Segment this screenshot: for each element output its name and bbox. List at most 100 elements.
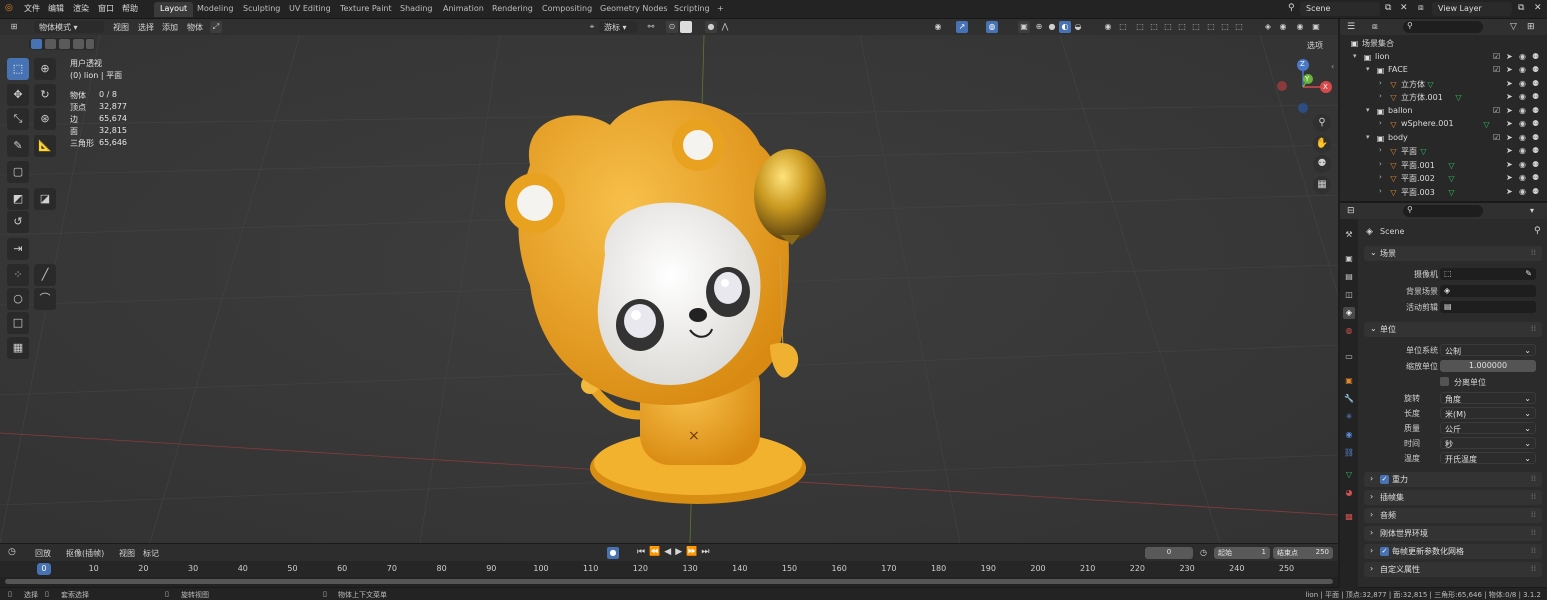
select-subtract-icon[interactable] <box>59 39 70 49</box>
gizmo-icon[interactable]: ↗ <box>956 21 968 33</box>
select-arrow-icon[interactable]: ➤ <box>1506 146 1513 155</box>
menu-playback[interactable]: 回放 <box>35 548 51 559</box>
outliner-search-input[interactable]: ⚲ <box>1403 21 1483 33</box>
collapse-triangle-icon[interactable]: › <box>1379 187 1382 195</box>
eye-icon[interactable]: ◉ <box>1519 160 1526 169</box>
move-tool[interactable]: ✥ <box>7 84 29 106</box>
drag-handle-icon[interactable]: ⁞⁞ <box>1531 324 1536 333</box>
curve-tool[interactable]: ⌒ <box>34 288 56 310</box>
rigid-body-world-panel-header[interactable]: › 刚体世界环境 ⁞⁞ <box>1364 526 1542 541</box>
rotation-dropdown[interactable]: 角度 ⌄ <box>1440 392 1536 404</box>
expand-triangle-icon[interactable]: ▾ <box>1366 133 1370 141</box>
transform-tool[interactable]: ⊛ <box>34 108 56 130</box>
select-arrow-icon[interactable]: ➤ <box>1506 65 1513 74</box>
tab-texture-paint[interactable]: Texture Paint <box>334 2 398 17</box>
timeline-ruler[interactable]: 0 10 20 30 40 50 60 70 80 90 100 110 120 130 140 150 160… <box>0 561 1338 577</box>
filter-icon-3[interactable]: ⬚ <box>1162 21 1174 33</box>
drag-handle-icon[interactable]: ⁞⁞ <box>1531 248 1536 257</box>
copy-scene-icon[interactable]: ⧉ <box>1385 3 1391 13</box>
tab-geometry-nodes[interactable]: Geometry Nodes <box>594 2 673 17</box>
exclude-checkbox-icon[interactable]: ☑ <box>1493 106 1500 115</box>
filter-icon-11[interactable]: ◉ <box>1294 21 1306 33</box>
temperature-dropdown[interactable]: 开氏温度 ⌄ <box>1440 452 1536 464</box>
eye-icon[interactable]: ◉ <box>1519 106 1526 115</box>
inset-tool[interactable]: ◪ <box>34 188 56 210</box>
rectangle-tool[interactable]: □ <box>7 312 29 334</box>
render-camera-icon[interactable]: ⚉ <box>1532 65 1539 74</box>
scene-tab-icon[interactable]: ◈ <box>1343 307 1355 319</box>
active-clip-field[interactable]: ▤ <box>1440 301 1536 313</box>
playback-controls[interactable]: ⏮⏪◀▶⏩⏭ <box>637 547 713 557</box>
collapse-triangle-icon[interactable]: › <box>1379 146 1382 154</box>
overlay-icon[interactable]: ◍ <box>986 21 998 33</box>
filter-icon-5[interactable]: ⬚ <box>1190 21 1202 33</box>
filter-select-icon[interactable]: ⬚ <box>1117 21 1129 33</box>
pin-icon[interactable]: ⚲ <box>1534 226 1541 236</box>
eye-icon[interactable]: ◉ <box>1519 92 1526 101</box>
blender-logo-icon[interactable]: ◎ <box>5 3 13 13</box>
separate-units-checkbox[interactable] <box>1440 377 1449 386</box>
render-camera-icon[interactable]: ⚉ <box>1532 173 1539 182</box>
filter-icon-12[interactable]: ▣ <box>1310 21 1322 33</box>
collapse-triangle-icon[interactable]: › <box>1379 92 1382 100</box>
timeline-scrollbar[interactable] <box>0 577 1338 587</box>
menu-object[interactable]: 物体 <box>187 22 203 33</box>
snap-target-icon[interactable] <box>680 21 692 33</box>
timeline-scroll-thumb[interactable] <box>5 579 1333 584</box>
solid-shading-icon[interactable]: ● <box>1046 21 1058 33</box>
time-dropdown[interactable]: 秒 ⌄ <box>1440 437 1536 449</box>
render-camera-icon[interactable]: ⚉ <box>1532 160 1539 169</box>
mode-dropdown[interactable]: 物体模式 ▾ <box>34 21 104 33</box>
tab-shading[interactable]: Shading <box>394 2 439 17</box>
outliner-row[interactable]: › ▽ 平面.001 ▽ ➤ ◉ ⚉ <box>1340 159 1547 172</box>
link-icon[interactable]: ⚯ <box>645 21 657 33</box>
expand-triangle-icon[interactable]: ▾ <box>1366 106 1370 114</box>
menu-add[interactable]: 添加 <box>162 22 178 33</box>
outliner-row[interactable]: ▾ ▣ lion ☑ ➤ ◉ ⚉ <box>1340 51 1547 64</box>
transform-orientation-dropdown[interactable]: 游标 ▾ <box>599 21 637 33</box>
eye-icon[interactable]: ◉ <box>1519 187 1526 196</box>
eyedropper-icon[interactable]: ✎ <box>1525 269 1532 278</box>
visibility-icon[interactable]: ◉ <box>932 21 944 33</box>
timeline-editor-icon[interactable]: ◷ <box>8 547 16 557</box>
eye-icon[interactable]: ◉ <box>1519 146 1526 155</box>
mesh-data-icon[interactable]: ▽ <box>1447 188 1456 197</box>
transform-icon[interactable]: ⤢ <box>210 21 222 33</box>
outliner-row[interactable]: ▣ 场景集合 <box>1340 37 1547 50</box>
background-scene-field[interactable]: ◈ <box>1440 285 1536 297</box>
tab-scripting[interactable]: Scripting <box>668 2 716 17</box>
texture-tab-icon[interactable]: ▩ <box>1343 511 1355 523</box>
render-camera-icon[interactable]: ⚉ <box>1532 119 1539 128</box>
select-arrow-icon[interactable]: ➤ <box>1506 173 1513 182</box>
line-tool[interactable]: ╱ <box>34 264 56 286</box>
camera-field[interactable]: ⬚ ✎ <box>1440 268 1536 280</box>
tab-uv-editing[interactable]: UV Editing <box>283 2 337 17</box>
extrude-tool[interactable]: ◩ <box>7 188 29 210</box>
tab-animation[interactable]: Animation <box>437 2 490 17</box>
tab-rendering[interactable]: Rendering <box>486 2 539 17</box>
mass-dropdown[interactable]: 公斤 ⌄ <box>1440 422 1536 434</box>
sidebar-toggle-icon[interactable]: ‹ <box>1331 62 1334 71</box>
outliner-row[interactable]: ▾ ▣ ballon ☑ ➤ ◉ ⚉ <box>1340 105 1547 118</box>
select-new-icon[interactable] <box>31 39 42 49</box>
units-panel-header[interactable]: ⌄ 单位 ⁞⁞ <box>1364 322 1542 337</box>
collapse-triangle-icon[interactable]: › <box>1379 160 1382 168</box>
select-extend-icon[interactable] <box>45 39 56 49</box>
cursor-tool[interactable]: ⊕ <box>34 58 56 80</box>
record-icon[interactable]: ● <box>607 547 619 559</box>
tab-layout[interactable]: Layout <box>154 2 194 17</box>
filter-icon-4[interactable]: ⬚ <box>1176 21 1188 33</box>
properties-editor-icon[interactable]: ⊟ <box>1347 206 1355 216</box>
mesh-data-icon[interactable]: ▽ <box>1454 93 1463 102</box>
camera-icon[interactable]: ⚉ <box>1313 155 1331 173</box>
output-tab-icon[interactable]: ▤ <box>1343 271 1355 283</box>
options-dropdown[interactable]: 选项 <box>1307 40 1323 51</box>
render-camera-icon[interactable]: ⚉ <box>1532 79 1539 88</box>
outliner-row[interactable]: ▾ ▣ body ☑ ➤ ◉ ⚉ <box>1340 132 1547 145</box>
menu-keying[interactable]: 抠像(插帧) <box>66 548 104 559</box>
filter-icon-6[interactable]: ⬚ <box>1205 21 1217 33</box>
rendered-shading-icon[interactable]: ◒ <box>1072 21 1084 33</box>
expand-triangle-icon[interactable]: ▾ <box>1353 52 1357 60</box>
material-shading-icon[interactable]: ◐ <box>1059 21 1071 33</box>
tool-tab-icon[interactable]: ⚒ <box>1343 229 1355 241</box>
